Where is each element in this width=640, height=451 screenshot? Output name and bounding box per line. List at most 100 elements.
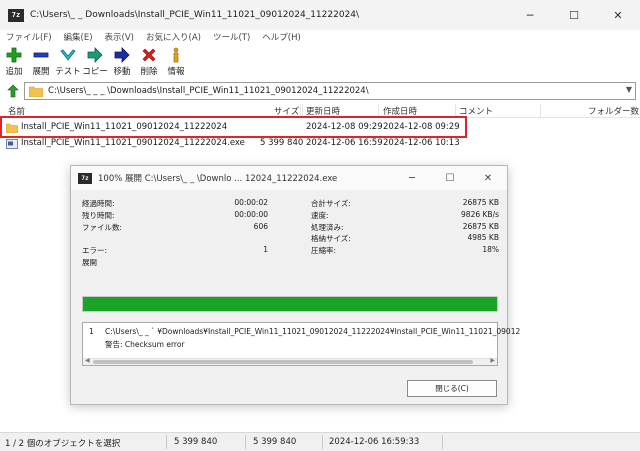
move-arrow-icon [114,47,130,63]
address-bar: C:\Users\_ _ _ \Downloads\Install_PCIE_W… [0,81,640,101]
status-packed-size: 5 399 840 [253,437,297,447]
dialog-maximize-button[interactable]: ☐ [431,166,469,190]
status-separator [245,435,246,449]
menu-view[interactable]: 表示(V) [99,31,140,43]
plus-icon [6,47,22,63]
maximize-button[interactable]: ☐ [552,0,596,30]
stat-label: 展開 [82,258,97,267]
close-window-button[interactable]: ✕ [596,0,640,30]
folder-icon [29,86,43,97]
menu-bar: ファイル(F) 編集(E) 表示(V) お気に入り(A) ツール(T) ヘルプ(… [0,30,640,44]
progress-fill [83,297,497,311]
stat-label: ファイル数: [82,223,123,232]
chevron-down-icon[interactable]: ▼ [626,85,632,94]
dialog-close-button[interactable]: ✕ [469,166,507,190]
delete-x-icon [141,47,157,63]
status-size: 5 399 840 [174,437,218,447]
close-button[interactable]: 閉じる(C) [407,380,497,397]
stat-label: 経過時間: [82,199,115,208]
stat-value: 00:00:02 [234,198,268,207]
stat-label: 格納サイズ: [311,234,351,243]
stat-files: ファイル数: 606 [82,222,268,233]
checkmark-icon [60,47,76,63]
horizontal-scrollbar[interactable]: ◀ ▶ [83,357,497,365]
stat-value: 9826 KB/s [461,210,499,219]
copy-arrow-icon [87,47,103,63]
stat-operation: 展開 [82,257,268,268]
message-path: C:\Users\_ _ ` ¥Downloads¥Install_PCIE_W… [105,327,521,336]
delete-button[interactable]: 削除 [136,44,162,80]
dialog-window-controls: ─ ☐ ✕ [393,166,507,190]
scroll-left-icon[interactable]: ◀ [85,357,90,364]
dialog-title-bar: 7z 100% 展開 C:\Users\_ _ \Downlo ... 1202… [71,166,507,190]
add-label: 追加 [5,67,23,77]
stat-value: 00:00:00 [234,210,268,219]
exe-file-icon [6,139,18,149]
delete-label: 削除 [140,67,158,77]
scrollbar-thumb[interactable] [93,360,473,364]
path-text: C:\Users\_ _ _ \Downloads\Install_PCIE_W… [48,86,369,96]
move-button[interactable]: 移動 [109,44,135,80]
menu-help[interactable]: ヘルプ(H) [256,31,307,43]
message-warning: 警告: Checksum error [105,340,185,349]
highlight-annotation [0,116,467,138]
status-separator [322,435,323,449]
stat-total-size: 合計サイズ: 26875 KB [311,198,499,209]
extract-label: 展開 [32,67,50,77]
stat-label: 速度: [311,211,329,220]
test-label: テスト [55,67,81,77]
path-input[interactable]: C:\Users\_ _ _ \Downloads\Install_PCIE_W… [24,82,636,100]
menu-file[interactable]: ファイル(F) [0,31,58,43]
stat-value: 26875 KB [462,198,499,207]
menu-tools[interactable]: ツール(T) [207,31,256,43]
menu-favorites[interactable]: お気に入り(A) [140,31,207,43]
stat-label: 圧縮率: [311,246,337,255]
toolbar: 追加 展開 テスト コピー 移動 削除 情報 [0,44,640,80]
app-icon: 7z [8,8,24,22]
file-created: 2024-12-06 10:13 [383,138,460,148]
stat-packed-size: 格納サイズ: 4985 KB [311,233,499,244]
window-title: C:\Users\_ _ Downloads\Install_PCIE_Win1… [30,10,360,20]
message-index: 1 [89,327,94,336]
stat-errors: エラー: 1 [82,245,268,256]
minimize-button[interactable]: ─ [508,0,552,30]
stat-label: 処理済み: [311,223,344,232]
stat-elapsed: 経過時間: 00:00:02 [82,198,268,209]
file-size: 5 399 840 [260,138,304,148]
progress-bar [82,296,498,312]
file-name: Install_PCIE_Win11_11021_09012024_112220… [21,138,245,148]
scroll-right-icon[interactable]: ▶ [490,357,495,364]
extract-button[interactable]: 展開 [28,44,54,80]
info-button[interactable]: 情報 [163,44,189,80]
stat-processed: 処理済み: 26875 KB [311,222,499,233]
stat-value: 606 [253,222,268,231]
status-bar: 1 / 2 個のオブジェクトを選択 5 399 840 5 399 840 20… [0,432,640,451]
info-label: 情報 [167,67,185,77]
menu-edit[interactable]: 編集(E) [58,31,99,43]
stat-value: 18% [482,245,499,254]
dialog-title: 100% 展開 C:\Users\_ _ \Downlo ... 12024_1… [98,174,338,184]
file-modified: 2024-12-06 16:59 [306,138,383,148]
stat-label: 残り時間: [82,211,115,220]
test-button[interactable]: テスト [55,44,81,80]
status-separator [166,435,167,449]
file-row[interactable]: Install_PCIE_Win11_11021_09012024_112220… [0,137,640,151]
status-date: 2024-12-06 16:59:33 [329,437,420,447]
window-controls: ─ ☐ ✕ [508,0,640,30]
add-button[interactable]: 追加 [1,44,27,80]
info-icon [168,47,184,63]
stat-remaining: 残り時間: 00:00:00 [82,210,268,221]
message-list[interactable]: 1 C:\Users\_ _ ` ¥Downloads¥Install_PCIE… [82,322,520,366]
stat-speed: 速度: 9826 KB/s [311,210,499,221]
status-selection: 1 / 2 個のオブジェクトを選択 [5,439,121,449]
column-separator[interactable] [540,104,541,118]
stat-label: 合計サイズ: [311,199,351,208]
dialog-minimize-button[interactable]: ─ [393,166,431,190]
column-folders[interactable]: フォルダー数 [588,105,639,117]
stat-ratio: 圧縮率: 18% [311,245,499,256]
copy-button[interactable]: コピー [82,44,108,80]
up-folder-icon[interactable] [5,83,21,99]
copy-label: コピー [82,67,108,77]
stat-value: 26875 KB [462,222,499,231]
status-separator [442,435,443,449]
